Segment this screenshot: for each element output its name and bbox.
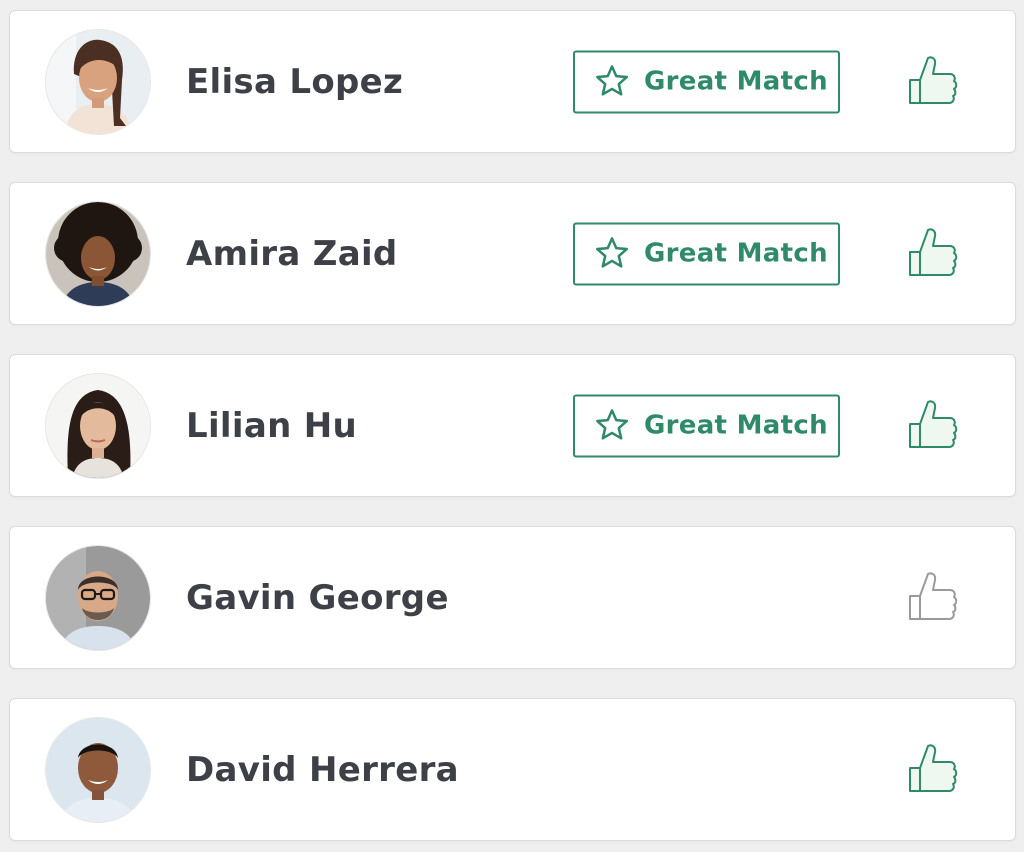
candidate-name: Elisa Lopez — [186, 61, 404, 102]
like-button[interactable] — [898, 222, 962, 286]
avatar — [46, 374, 150, 478]
avatar — [46, 546, 150, 650]
great-match-badge: Great Match — [573, 50, 840, 113]
like-button[interactable] — [898, 566, 962, 630]
candidate-card[interactable]: Amira Zaid Great Match — [9, 182, 1016, 325]
thumbs-up-icon — [909, 571, 958, 620]
candidate-list: Elisa Lopez Great Match Amira Zaid Great… — [0, 0, 1024, 852]
great-match-badge: Great Match — [573, 394, 840, 457]
thumbs-up-icon — [909, 227, 958, 276]
like-button[interactable] — [898, 50, 962, 114]
candidate-card[interactable]: David Herrera — [9, 698, 1016, 841]
candidate-card[interactable]: Elisa Lopez Great Match — [9, 10, 1016, 153]
great-match-badge: Great Match — [573, 222, 840, 285]
thumbs-up-icon — [909, 743, 958, 792]
like-button[interactable] — [898, 394, 962, 458]
like-button[interactable] — [898, 738, 962, 802]
star-icon — [596, 65, 628, 96]
avatar — [46, 30, 150, 134]
star-icon — [596, 237, 628, 268]
candidate-card[interactable]: Gavin George — [9, 526, 1016, 669]
candidate-card[interactable]: Lilian Hu Great Match — [9, 354, 1016, 497]
thumbs-up-icon — [909, 55, 958, 104]
avatar — [46, 202, 150, 306]
candidate-name: Lilian Hu — [186, 405, 357, 446]
thumbs-up-icon — [909, 399, 958, 448]
badge-label: Great Match — [644, 410, 828, 441]
candidate-name: David Herrera — [186, 749, 459, 790]
badge-label: Great Match — [644, 66, 828, 97]
star-icon — [596, 409, 628, 440]
candidate-name: Amira Zaid — [186, 233, 398, 274]
candidate-name: Gavin George — [186, 577, 449, 618]
badge-label: Great Match — [644, 238, 828, 269]
avatar — [46, 718, 150, 822]
